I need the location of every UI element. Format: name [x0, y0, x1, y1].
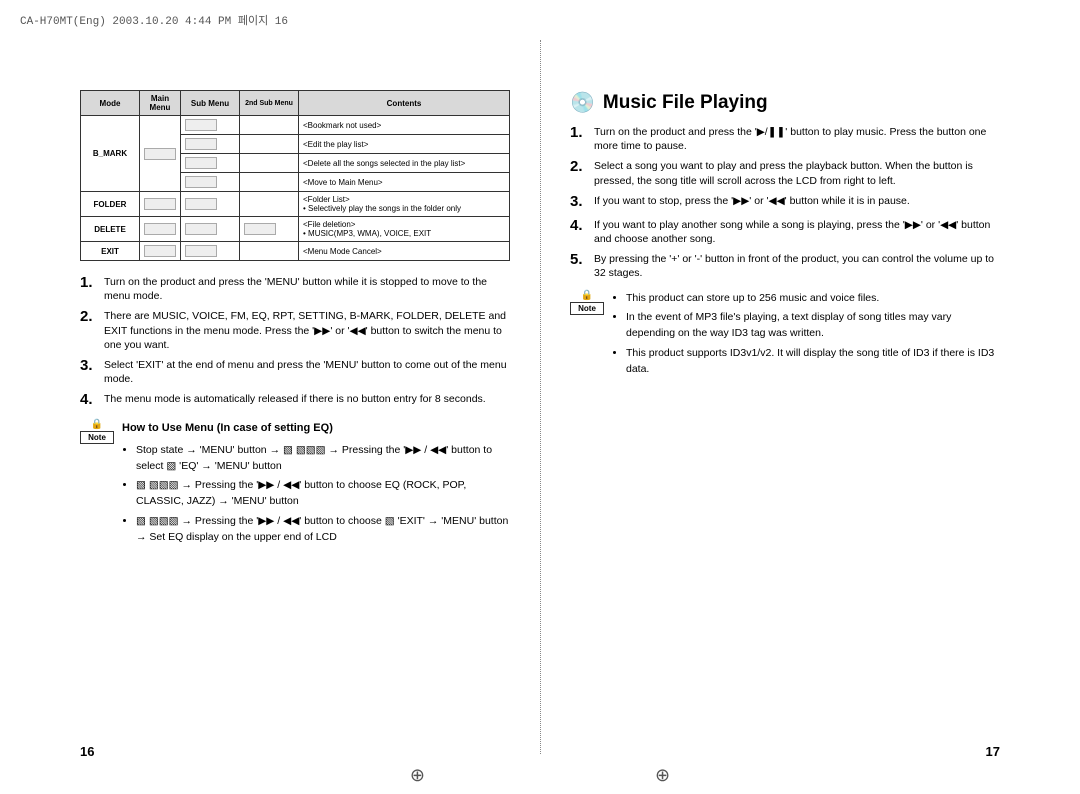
crop-marks: ⊕ ⊕ [0, 765, 1080, 786]
note-body: This product can store up to 256 music a… [604, 291, 1000, 382]
lock-icon: 🔒 [80, 420, 114, 430]
th-sub: Sub Menu [181, 91, 240, 116]
right-title: Music File Playing [603, 92, 768, 114]
step-item: 2.Select a song you want to play and pre… [570, 159, 1000, 187]
step-item: 1.Turn on the product and press the '▶/❚… [570, 125, 1000, 153]
step-text: If you want to stop, press the '▶▶' or '… [594, 194, 910, 208]
lcd-icon [140, 116, 181, 192]
cell-contents: <Folder List> • Selectively play the son… [299, 192, 510, 217]
step-text: By pressing the '+' or '-' button in fro… [594, 252, 1000, 280]
mode-bmark: B_MARK [81, 116, 140, 192]
table-row: FOLDER <Folder List> • Selectively play … [81, 192, 510, 217]
lcd-2nd [240, 217, 299, 242]
cell-contents: <Delete all the songs selected in the pl… [299, 154, 510, 173]
left-note: 🔒 Note How to Use Menu (In case of setti… [80, 420, 510, 549]
cell-contents: <Bookmark not used> [299, 116, 510, 135]
th-mode: Mode [81, 91, 140, 116]
menu-table: Mode Main Menu Sub Menu 2nd Sub Menu Con… [80, 90, 510, 261]
note-item: This product supports ID3v1/v2. It will … [626, 346, 1000, 378]
th-main: Main Menu [140, 91, 181, 116]
cell-contents: <Menu Mode Cancel> [299, 242, 510, 261]
lcd-icon [140, 217, 181, 242]
pdf-header: CA-H70MT(Eng) 2003.10.20 4:44 PM 페이지 16 [20, 12, 288, 28]
lcd-2nd [240, 135, 299, 154]
step-item: 1.Turn on the product and press the 'MEN… [80, 275, 510, 303]
step-text: Select 'EXIT' at the end of menu and pre… [104, 358, 510, 386]
note-icon: 🔒 Note [80, 420, 114, 444]
table-row: B_MARK <Bookmark not used> [81, 116, 510, 135]
left-steps: 1.Turn on the product and press the 'MEN… [80, 275, 510, 410]
page-spread: Mode Main Menu Sub Menu 2nd Sub Menu Con… [0, 0, 1080, 794]
step-item: 2.There are MUSIC, VOICE, FM, EQ, RPT, S… [80, 309, 510, 352]
right-note: 🔒 Note This product can store up to 256 … [570, 291, 1000, 382]
th-2ndsub: 2nd Sub Menu [240, 91, 299, 116]
lcd-sub [181, 135, 240, 154]
step-text: Select a song you want to play and press… [594, 159, 1000, 187]
table-row: EXIT <Menu Mode Cancel> [81, 242, 510, 261]
cell-contents: <File deletion> • MUSIC(MP3, WMA), VOICE… [299, 217, 510, 242]
page-number-left: 16 [80, 744, 94, 759]
right-page: 💿 Music File Playing 1.Turn on the produ… [540, 90, 1030, 764]
note-item: Stop state → 'MENU' button → ▧ ▧▧▧ → Pre… [136, 443, 510, 475]
lcd-sub [181, 242, 240, 261]
th-contents: Contents [299, 91, 510, 116]
note-label: Note [80, 431, 114, 444]
mode-folder: FOLDER [81, 192, 140, 217]
step-text: Turn on the product and press the 'MENU'… [104, 275, 510, 303]
lcd-sub [181, 217, 240, 242]
note-item: ▧ ▧▧▧ → Pressing the '▶▶ / ◀◀' button to… [136, 478, 510, 510]
lcd-icon [140, 242, 181, 261]
lcd-sub [181, 116, 240, 135]
step-text: If you want to play another song while a… [594, 218, 1000, 246]
right-steps: 1.Turn on the product and press the '▶/❚… [570, 125, 1000, 281]
cell-contents: <Move to Main Menu> [299, 173, 510, 192]
lock-icon: 🔒 [570, 291, 604, 301]
step-text: The menu mode is automatically released … [104, 392, 486, 406]
note-item: ▧ ▧▧▧ → Pressing the '▶▶ / ◀◀' button to… [136, 514, 510, 546]
crop-mark-icon: ⊕ [655, 765, 670, 786]
lcd-sub [181, 192, 240, 217]
lcd-sub [181, 154, 240, 173]
lcd-2nd [240, 173, 299, 192]
crop-mark-icon: ⊕ [410, 765, 425, 786]
step-text: Turn on the product and press the '▶/❚❚'… [594, 125, 1000, 153]
step-text: There are MUSIC, VOICE, FM, EQ, RPT, SET… [104, 309, 510, 352]
step-item: 3.If you want to stop, press the '▶▶' or… [570, 194, 1000, 212]
note-item: This product can store up to 256 music a… [626, 291, 1000, 307]
right-title-block: 💿 Music File Playing [570, 90, 1000, 115]
step-item: 3.Select 'EXIT' at the end of menu and p… [80, 358, 510, 386]
lcd-2nd [240, 192, 299, 217]
mode-delete: DELETE [81, 217, 140, 242]
page-number-right: 17 [986, 744, 1000, 759]
step-item: 5.By pressing the '+' or '-' button in f… [570, 252, 1000, 280]
mode-exit: EXIT [81, 242, 140, 261]
lcd-2nd [240, 154, 299, 173]
lcd-2nd [240, 242, 299, 261]
lcd-2nd [240, 116, 299, 135]
step-item: 4.The menu mode is automatically release… [80, 392, 510, 410]
table-row: DELETE <File deletion> • MUSIC(MP3, WMA)… [81, 217, 510, 242]
note-item: In the event of MP3 file's playing, a te… [626, 310, 1000, 342]
step-item: 4.If you want to play another song while… [570, 218, 1000, 246]
cell-contents: <Edit the play list> [299, 135, 510, 154]
note-icon: 🔒 Note [570, 291, 604, 315]
cd-icon: 💿 [570, 90, 595, 115]
left-page: Mode Main Menu Sub Menu 2nd Sub Menu Con… [50, 90, 540, 764]
note-title: How to Use Menu (In case of setting EQ) [122, 420, 510, 437]
note-body: How to Use Menu (In case of setting EQ) … [114, 420, 510, 549]
lcd-icon [140, 192, 181, 217]
note-label: Note [570, 302, 604, 315]
lcd-sub [181, 173, 240, 192]
